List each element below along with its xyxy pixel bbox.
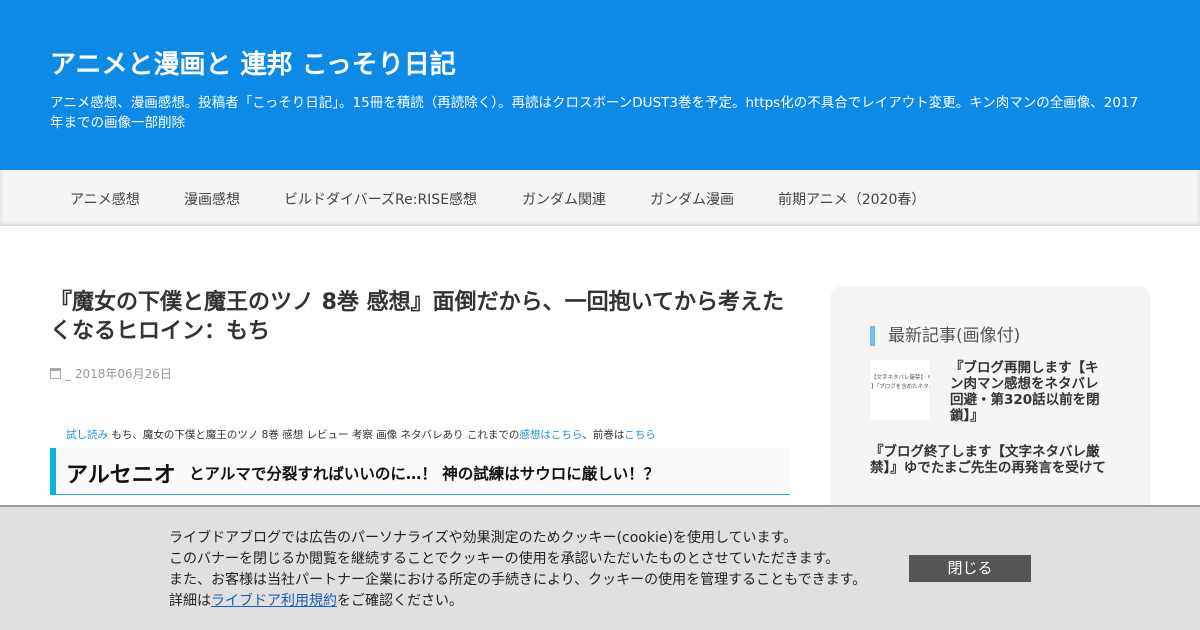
date-text: 2018年06月26日 <box>74 367 172 381</box>
calendar-icon <box>50 368 61 379</box>
site-header: アニメと漫画と 連邦 こっそり日記 アニメ感想、漫画感想。投稿者「こっそり日記」… <box>0 0 1200 170</box>
sidebar-article-link[interactable]: 『ブログ終了します【文字ネタバレ厳禁】』ゆでたまご先生の再発言を受けて <box>870 444 1120 476</box>
cookie-line-4-prefix: 詳細は <box>169 593 211 609</box>
post-intro: 試し読み もち、魔女の下僕と魔王のツノ 8巻 感想 レビュー 考察 画像 ネタバ… <box>66 427 656 442</box>
nav-item-gundam-manga[interactable]: ガンダム漫画 <box>650 189 734 209</box>
site-description: アニメ感想、漫画感想。投稿者「こっそり日記」。15冊を積読（再読除く）。再読はク… <box>50 95 1139 131</box>
cookie-banner: ライブドアブログでは広告のパーソナライズや効果測定のためクッキー(cookie)… <box>0 505 1200 630</box>
global-nav: アニメ感想 漫画感想 ビルドダイバーズRe:RISE感想 ガンダム関連 ガンダム… <box>0 170 1200 226</box>
cookie-line-4: 詳細はライブドア利用規約をご確認ください。 <box>169 591 866 612</box>
cookie-line-2: このバナーを閉じるか閲覧を継続することでクッキーの使用を承認いただいたものとさせ… <box>169 551 840 567</box>
thoughts-link[interactable]: 感想はこちら <box>519 429 582 441</box>
intro-text-1: もち、魔女の下僕と魔王のツノ 8巻 感想 レビュー 考察 画像 ネタバレあり こ… <box>108 429 520 441</box>
prev-volume-link[interactable]: こちら <box>624 429 656 441</box>
trial-read-link[interactable]: 試し読み <box>66 429 108 441</box>
thumbnail-line-2: 】『ブログを含めたネタバレ厳 <box>871 384 930 390</box>
close-button[interactable]: 閉じる <box>909 555 1031 582</box>
cookie-line-3: また、お客様は当社パートナー企業における所定の手続きにより、クッキーの使用を管理… <box>169 572 867 588</box>
cookie-text: ライブドアブログでは広告のパーソナライズや効果測定のためクッキー(cookie)… <box>169 528 866 612</box>
site-title[interactable]: アニメと漫画と 連邦 こっそり日記 <box>50 44 456 81</box>
nav-item-manga[interactable]: 漫画感想 <box>184 189 240 209</box>
nav-item-anime[interactable]: アニメ感想 <box>70 189 140 209</box>
thumbnail-line-1: 【文字ネタバレ厳禁】 ゆでたま <box>871 375 930 381</box>
section-heading: アルセニオ とアルマで分裂すればいいのに…！ 神の試練はサウロに厳しい！？ <box>50 448 790 495</box>
sidebar-title: 最新記事(画像付) <box>870 326 1020 346</box>
heading-big-text: アルセニオ <box>66 463 176 488</box>
post-title[interactable]: 『魔女の下僕と魔王のツノ 8巻 感想』面倒だから、一回抱いてから考えたくなるヒロ… <box>50 288 790 346</box>
nav-item-gundam[interactable]: ガンダム関連 <box>522 189 606 209</box>
post-date: _ 2018年06月26日 <box>50 365 172 382</box>
cookie-line-4-suffix: をご確認ください。 <box>337 593 463 609</box>
date-prefix: _ <box>65 367 71 381</box>
article-thumbnail[interactable]: 【文字ネタバレ厳禁】 ゆでたま 】『ブログを含めたネタバレ厳 <box>870 360 930 420</box>
cookie-line-1: ライブドアブログでは広告のパーソナライズや効果測定のためクッキー(cookie)… <box>169 530 798 546</box>
intro-text-2: 、前巻は <box>582 429 625 441</box>
sidebar: 最新記事(画像付) 【文字ネタバレ厳禁】 ゆでたま 】『ブログを含めたネタバレ厳… <box>830 286 1150 516</box>
nav-item-prev-anime[interactable]: 前期アニメ（2020春） <box>778 189 925 209</box>
terms-link[interactable]: ライブドア利用規約 <box>211 593 337 609</box>
thumbnail-text: 【文字ネタバレ厳禁】 ゆでたま 】『ブログを含めたネタバレ厳 <box>871 374 930 392</box>
sidebar-article-link[interactable]: 『ブログ再開します【キン肉マン感想をネタバレ回避・第320話以前を閉鎖】』 <box>950 360 1110 424</box>
nav-item-build-divers[interactable]: ビルドダイバーズRe:RISE感想 <box>284 189 477 209</box>
heading-small-text: とアルマで分裂すればいいのに…！ 神の試練はサウロに厳しい！？ <box>189 465 660 483</box>
